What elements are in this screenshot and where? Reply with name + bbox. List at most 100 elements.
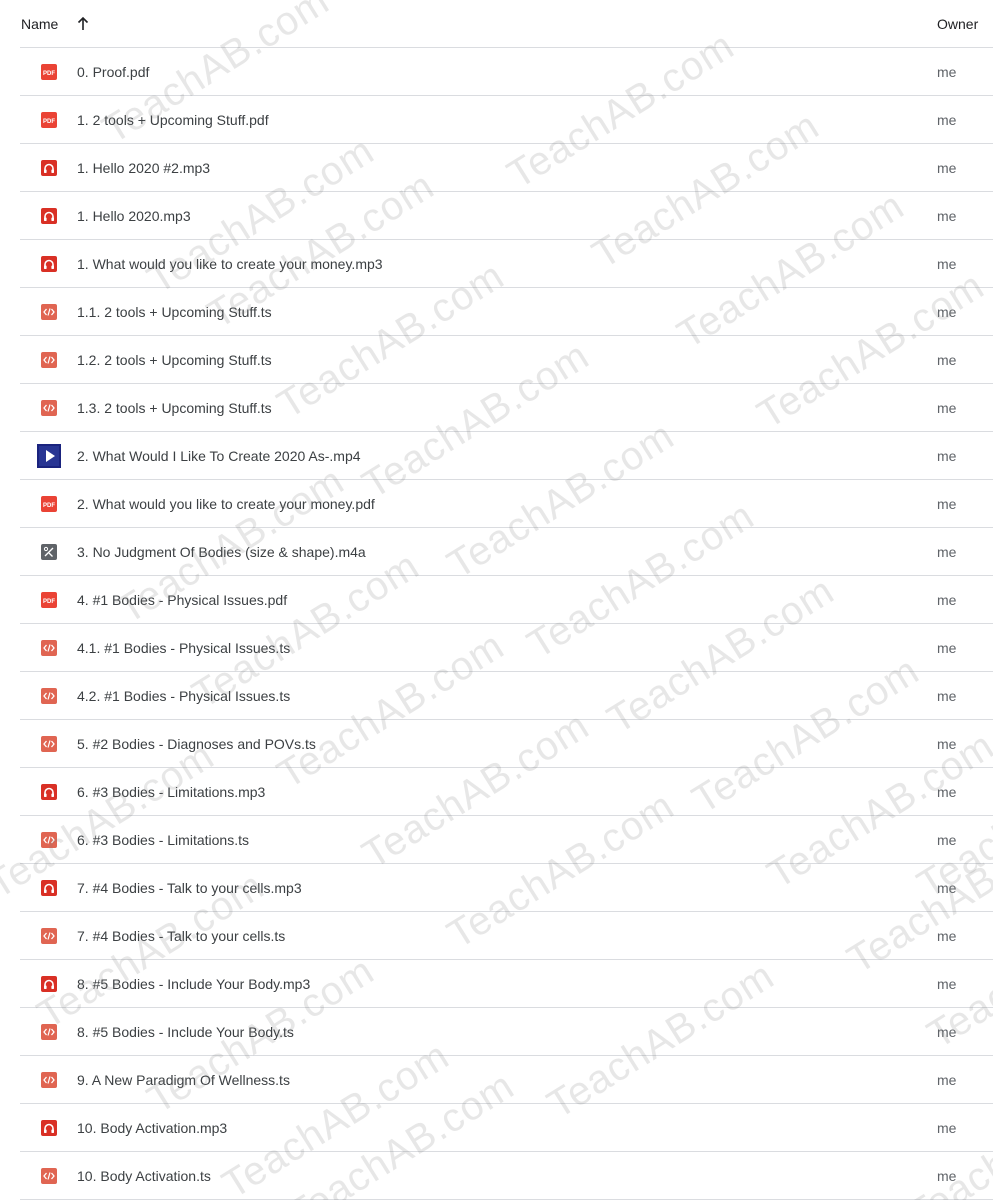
code-file-icon xyxy=(41,735,57,752)
file-name: 4.2. #1 Bodies - Physical Issues.ts xyxy=(77,687,291,704)
file-owner: me xyxy=(937,879,957,896)
file-row[interactable]: 4.1. #1 Bodies - Physical Issues.ts me xyxy=(20,624,993,672)
audio-file-icon xyxy=(41,879,57,896)
svg-text:PDF: PDF xyxy=(43,503,55,509)
audio-file-icon xyxy=(41,783,57,800)
file-owner: me xyxy=(937,783,957,800)
file-row[interactable]: 9. A New Paradigm Of Wellness.ts me xyxy=(20,1056,993,1104)
file-name: 4. #1 Bodies - Physical Issues.pdf xyxy=(77,591,288,608)
file-row[interactable]: 3. No Judgment Of Bodies (size & shape).… xyxy=(20,528,993,576)
file-owner: me xyxy=(937,831,957,848)
file-row[interactable]: 6. #3 Bodies - Limitations.ts me xyxy=(20,816,993,864)
file-name: 0. Proof.pdf xyxy=(77,63,150,80)
file-owner: me xyxy=(937,207,957,224)
name-column-header[interactable]: Name xyxy=(21,16,90,32)
svg-text:PDF: PDF xyxy=(43,119,55,125)
name-column-label: Name xyxy=(21,15,59,32)
file-name: 1.3. 2 tools + Upcoming Stuff.ts xyxy=(77,399,272,416)
file-owner: me xyxy=(937,1167,957,1184)
file-row[interactable]: 1. What would you like to create your mo… xyxy=(20,240,993,288)
file-row[interactable]: PDF 2. What would you like to create your… xyxy=(20,480,993,528)
file-owner: me xyxy=(937,639,957,656)
svg-text:PDF: PDF xyxy=(43,599,55,605)
file-owner: me xyxy=(937,303,957,320)
file-owner: me xyxy=(937,1119,957,1136)
file-name: 6. #3 Bodies - Limitations.mp3 xyxy=(77,783,266,800)
file-owner: me xyxy=(937,159,957,176)
file-row[interactable]: 1. Hello 2020 #2.mp3 me xyxy=(20,144,993,192)
file-name: 9. A New Paradigm Of Wellness.ts xyxy=(77,1071,290,1088)
file-owner: me xyxy=(937,591,957,608)
file-row[interactable]: 2. What Would I Like To Create 2020 As-.… xyxy=(20,432,993,480)
code-file-icon xyxy=(41,399,57,416)
code-file-icon xyxy=(41,1167,57,1184)
file-owner: me xyxy=(937,927,957,944)
audio-file-icon xyxy=(41,1119,57,1136)
code-file-icon xyxy=(41,927,57,944)
file-row[interactable]: 4.2. #1 Bodies - Physical Issues.ts me xyxy=(20,672,993,720)
owner-column-header[interactable]: Owner xyxy=(937,16,978,32)
file-name: 4.1. #1 Bodies - Physical Issues.ts xyxy=(77,639,291,656)
file-rows: PDF 0. Proof.pdf me PDF 1. 2 tools + Upcomin… xyxy=(20,48,993,1200)
file-owner: me xyxy=(937,63,957,80)
file-name: 1.1. 2 tools + Upcoming Stuff.ts xyxy=(77,303,272,320)
file-name: 1. Hello 2020.mp3 xyxy=(77,207,191,224)
file-name: 2. What would you like to create your mo… xyxy=(77,495,375,512)
file-list: Name Owner PDF 0. Proof.pdf me PDF 1. 2 tool… xyxy=(20,0,993,1200)
arrow-up-icon[interactable] xyxy=(76,16,90,32)
pdf-icon: PDF xyxy=(41,591,57,608)
file-name: 1. 2 tools + Upcoming Stuff.pdf xyxy=(77,111,269,128)
file-row[interactable]: 1.2. 2 tools + Upcoming Stuff.ts me xyxy=(20,336,993,384)
file-owner: me xyxy=(937,543,957,560)
file-name: 7. #4 Bodies - Talk to your cells.ts xyxy=(77,927,286,944)
file-row[interactable]: 6. #3 Bodies - Limitations.mp3 me xyxy=(20,768,993,816)
code-file-icon xyxy=(41,351,57,368)
file-owner: me xyxy=(937,735,957,752)
file-owner: me xyxy=(937,447,957,464)
code-file-icon xyxy=(41,639,57,656)
file-owner: me xyxy=(937,255,957,272)
file-row[interactable]: 1.1. 2 tools + Upcoming Stuff.ts me xyxy=(20,288,993,336)
file-owner: me xyxy=(937,975,957,992)
file-owner: me xyxy=(937,687,957,704)
audio-file-icon xyxy=(41,159,57,176)
file-name: 1. Hello 2020 #2.mp3 xyxy=(77,159,211,176)
file-row[interactable]: 1.3. 2 tools + Upcoming Stuff.ts me xyxy=(20,384,993,432)
audio-file-icon xyxy=(41,255,57,272)
file-row[interactable]: PDF 1. 2 tools + Upcoming Stuff.pdf me xyxy=(20,96,993,144)
file-name: 5. #2 Bodies - Diagnoses and POVs.ts xyxy=(77,735,316,752)
svg-text:PDF: PDF xyxy=(43,71,55,77)
list-header: Name Owner xyxy=(20,0,993,48)
file-owner: me xyxy=(937,1071,957,1088)
pdf-icon: PDF xyxy=(41,63,57,80)
file-row[interactable]: 8. #5 Bodies - Include Your Body.mp3 me xyxy=(20,960,993,1008)
audio-file-icon xyxy=(41,207,57,224)
code-file-icon xyxy=(41,303,57,320)
file-name: 6. #3 Bodies - Limitations.ts xyxy=(77,831,249,848)
file-owner: me xyxy=(937,399,957,416)
file-owner: me xyxy=(937,111,957,128)
file-name: 10. Body Activation.mp3 xyxy=(77,1119,228,1136)
file-row[interactable]: 10. Body Activation.ts me xyxy=(20,1152,993,1200)
file-row[interactable]: PDF 0. Proof.pdf me xyxy=(20,48,993,96)
file-row[interactable]: 7. #4 Bodies - Talk to your cells.mp3 me xyxy=(20,864,993,912)
file-row[interactable]: 7. #4 Bodies - Talk to your cells.ts me xyxy=(20,912,993,960)
file-row[interactable]: 5. #2 Bodies - Diagnoses and POVs.ts me xyxy=(20,720,993,768)
code-file-icon xyxy=(41,1023,57,1040)
file-owner: me xyxy=(937,351,957,368)
file-row[interactable]: PDF 4. #1 Bodies - Physical Issues.pdf me xyxy=(20,576,993,624)
file-row[interactable]: 10. Body Activation.mp3 me xyxy=(20,1104,993,1152)
file-owner: me xyxy=(937,1023,957,1040)
code-file-icon xyxy=(41,687,57,704)
audio-file-icon xyxy=(41,975,57,992)
file-row[interactable]: 8. #5 Bodies - Include Your Body.ts me xyxy=(20,1008,993,1056)
pdf-icon: PDF xyxy=(41,495,57,512)
file-name: 1. What would you like to create your mo… xyxy=(77,255,383,272)
file-name: 7. #4 Bodies - Talk to your cells.mp3 xyxy=(77,879,302,896)
file-name: 8. #5 Bodies - Include Your Body.mp3 xyxy=(77,975,311,992)
file-name: 3. No Judgment Of Bodies (size & shape).… xyxy=(77,543,366,560)
file-owner: me xyxy=(937,495,957,512)
file-row[interactable]: 1. Hello 2020.mp3 me xyxy=(20,192,993,240)
audio-clip-icon xyxy=(41,543,57,560)
file-name: 10. Body Activation.ts xyxy=(77,1167,211,1184)
